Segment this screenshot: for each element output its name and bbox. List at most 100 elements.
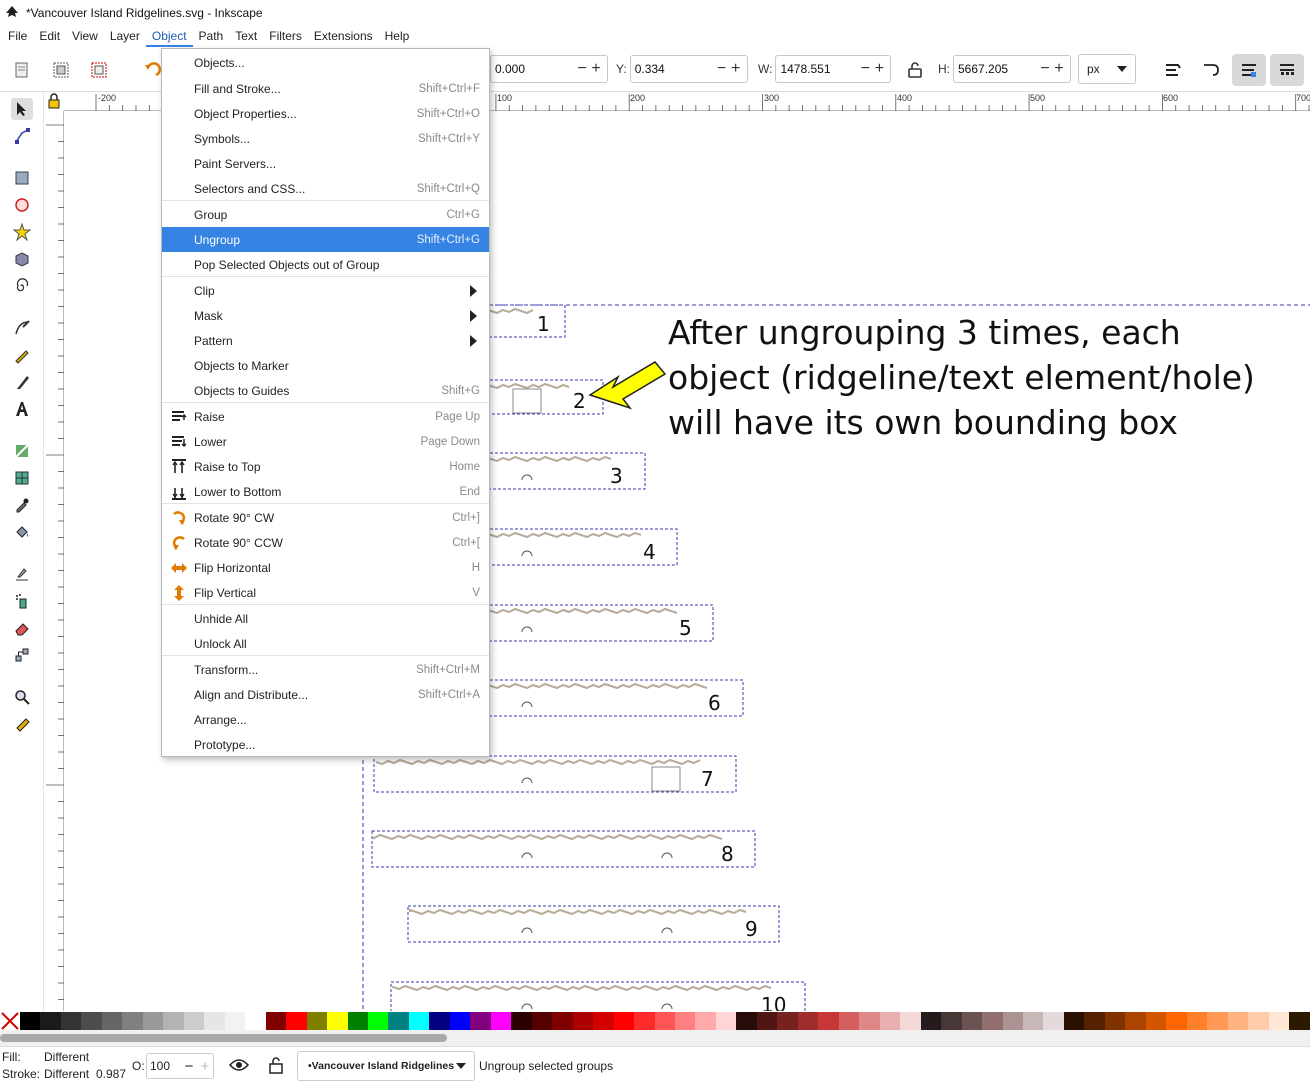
color-swatch[interactable] <box>367 1012 389 1030</box>
ridgeline-object[interactable]: 5 <box>464 604 714 642</box>
color-swatch[interactable] <box>265 1012 287 1030</box>
menu-item-clip[interactable]: Clip <box>162 278 489 303</box>
color-swatch[interactable] <box>613 1012 635 1030</box>
menu-item-lower[interactable]: Lower Page Down <box>162 429 489 454</box>
scrollbar-thumb[interactable] <box>0 1034 447 1042</box>
w-plus-button[interactable]: + <box>872 56 886 82</box>
color-swatch[interactable] <box>1166 1012 1187 1030</box>
y-minus-button[interactable]: − <box>715 56 729 82</box>
color-swatch[interactable] <box>224 1012 246 1030</box>
color-swatch[interactable] <box>408 1012 430 1030</box>
color-swatch[interactable] <box>777 1012 798 1030</box>
rotate-ccw-icon[interactable] <box>142 60 162 80</box>
menu-item-prototype[interactable]: Prototype... <box>162 732 489 757</box>
color-swatch[interactable] <box>695 1012 716 1030</box>
selector-tool[interactable] <box>11 98 33 120</box>
menu-item-raise[interactable]: Raise Page Up <box>162 404 489 429</box>
pencil-tool[interactable] <box>11 344 33 366</box>
menu-item-objects[interactable]: Objects... <box>162 50 489 75</box>
menu-item-unlock-all[interactable]: Unlock All <box>162 631 489 656</box>
spray-tool[interactable] <box>11 590 33 612</box>
ridgeline-object[interactable]: 8 <box>371 830 756 868</box>
menu-item-rotate-90-ccw[interactable]: Rotate 90° CCW Ctrl+[ <box>162 530 489 555</box>
color-swatch[interactable] <box>1084 1012 1105 1030</box>
vertical-ruler[interactable] <box>44 111 64 1017</box>
scale-corners-button[interactable] <box>1194 54 1228 86</box>
color-swatch[interactable] <box>818 1012 839 1030</box>
ridgeline-object[interactable]: 6 <box>464 679 744 717</box>
menu-object[interactable]: Object <box>145 26 193 47</box>
ridgeline-object[interactable]: 9 <box>407 905 780 943</box>
menu-item-flip-horizontal[interactable]: Flip Horizontal H <box>162 555 489 580</box>
eye-icon[interactable] <box>229 1057 249 1073</box>
color-swatch[interactable] <box>511 1012 532 1030</box>
stroke-width-value[interactable]: 0.987 <box>96 1067 126 1081</box>
menu-item-paint-servers[interactable]: Paint Servers... <box>162 151 489 176</box>
gradient-tool[interactable] <box>11 440 33 462</box>
menu-item-transform[interactable]: Transform... Shift+Ctrl+M <box>162 657 489 682</box>
color-swatch[interactable] <box>142 1012 164 1030</box>
color-swatch[interactable] <box>1063 1012 1085 1030</box>
color-swatch[interactable] <box>1268 1012 1290 1030</box>
menu-item-objects-to-marker[interactable]: Objects to Marker <box>162 353 489 378</box>
color-swatch[interactable] <box>183 1012 205 1030</box>
menu-item-unhide-all[interactable]: Unhide All <box>162 606 489 631</box>
ridgeline-object[interactable]: 10 <box>390 981 806 1011</box>
color-swatch[interactable] <box>1248 1012 1269 1030</box>
color-swatch[interactable] <box>204 1012 225 1030</box>
color-swatch[interactable] <box>449 1012 471 1030</box>
zoom-tool[interactable] <box>11 686 33 708</box>
color-swatch[interactable] <box>736 1012 757 1030</box>
color-swatch[interactable] <box>20 1012 41 1030</box>
menu-item-mask[interactable]: Mask <box>162 303 489 328</box>
color-swatch[interactable] <box>1227 1012 1249 1030</box>
color-swatch[interactable] <box>347 1012 368 1030</box>
color-swatch[interactable] <box>961 1012 983 1030</box>
color-swatch[interactable] <box>1002 1012 1023 1030</box>
menu-layer[interactable]: Layer <box>104 26 146 47</box>
menu-item-pop-selected-objects-out-of-group[interactable]: Pop Selected Objects out of Group <box>162 252 489 277</box>
color-swatch[interactable] <box>60 1012 82 1030</box>
y-plus-button[interactable]: + <box>729 56 743 82</box>
x-value[interactable]: 0.000 <box>491 62 575 76</box>
layer-select[interactable]: •Vancouver Island Ridgelines <box>297 1051 475 1081</box>
3dbox-tool[interactable] <box>11 248 33 270</box>
menu-item-ungroup[interactable]: Ungroup Shift+Ctrl+G <box>162 227 489 252</box>
color-swatch[interactable] <box>756 1012 778 1030</box>
ridgeline-object[interactable]: 7 <box>373 755 737 793</box>
color-swatch[interactable] <box>101 1012 123 1030</box>
star-tool[interactable] <box>11 221 33 243</box>
color-swatch[interactable] <box>1186 1012 1208 1030</box>
node-tool[interactable] <box>11 125 33 147</box>
color-swatch[interactable] <box>1207 1012 1228 1030</box>
menu-item-symbols[interactable]: Symbols... Shift+Ctrl+Y <box>162 126 489 151</box>
no-paint-swatch[interactable] <box>0 1012 20 1030</box>
transform-gradients-button[interactable] <box>1232 54 1266 86</box>
pen-tool[interactable] <box>11 317 33 339</box>
dropper-tool[interactable] <box>11 494 33 516</box>
color-swatch[interactable] <box>306 1012 328 1030</box>
menu-item-arrange[interactable]: Arrange... <box>162 707 489 732</box>
color-swatch[interactable] <box>327 1012 348 1030</box>
opacity-plus-button[interactable]: + <box>197 1058 213 1075</box>
ridgeline-object[interactable]: 3 <box>464 452 646 490</box>
h-plus-button[interactable]: + <box>1052 56 1066 82</box>
menu-item-rotate-90-cw[interactable]: Rotate 90° CW Ctrl+] <box>162 505 489 530</box>
opacity-minus-button[interactable]: − <box>181 1058 197 1075</box>
w-value[interactable]: 1478.551 <box>776 62 858 76</box>
color-swatch[interactable] <box>797 1012 819 1030</box>
select-all-layers-icon[interactable] <box>51 60 71 80</box>
menu-item-fill-and-stroke[interactable]: Fill and Stroke... Shift+Ctrl+F <box>162 76 489 101</box>
text-tool[interactable] <box>11 398 33 420</box>
color-swatch[interactable] <box>490 1012 512 1030</box>
color-swatch[interactable] <box>1125 1012 1146 1030</box>
fill-value[interactable]: Different <box>44 1050 89 1064</box>
menu-help[interactable]: Help <box>379 26 416 47</box>
lock-ratio-icon[interactable] <box>906 61 924 79</box>
menu-item-lower-to-bottom[interactable]: Lower to Bottom End <box>162 479 489 504</box>
color-swatch[interactable] <box>982 1012 1003 1030</box>
color-swatch[interactable] <box>40 1012 61 1030</box>
color-swatch[interactable] <box>941 1012 962 1030</box>
color-swatch[interactable] <box>1022 1012 1044 1030</box>
color-swatch[interactable] <box>245 1012 266 1030</box>
